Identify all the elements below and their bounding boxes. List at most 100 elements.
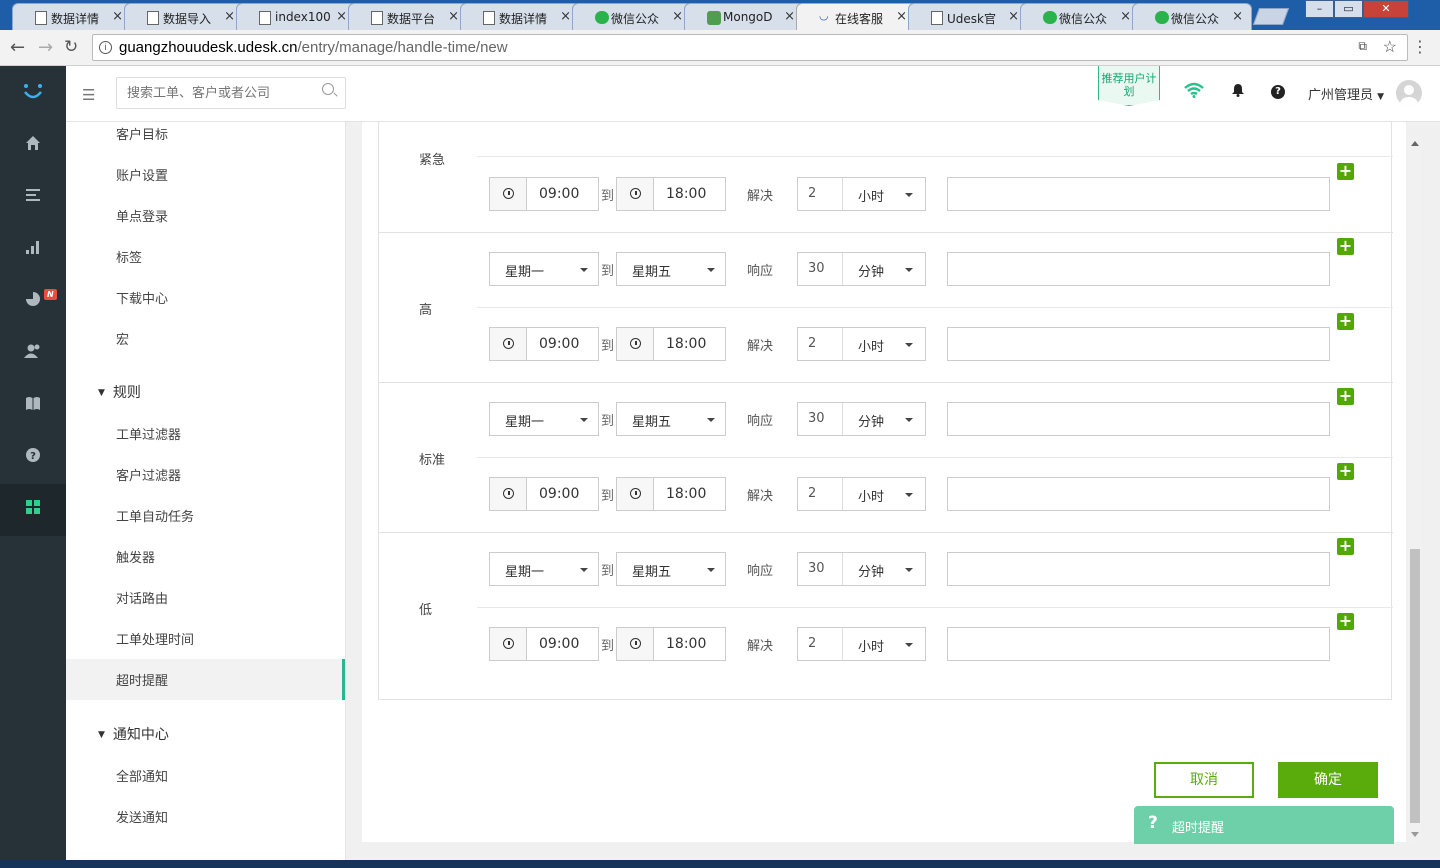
sidebar-item[interactable]: 对话路由 bbox=[116, 588, 168, 607]
browser-tab[interactable]: ◡ 在线客服 × bbox=[796, 3, 916, 30]
reports-icon[interactable] bbox=[0, 224, 66, 276]
expand-caret-icon[interactable]: ▼ bbox=[98, 388, 105, 398]
close-tab-icon[interactable]: × bbox=[560, 9, 571, 24]
end-time-field[interactable]: 18:00 bbox=[616, 627, 726, 661]
duration-field[interactable]: 30 分钟 bbox=[797, 552, 926, 586]
browser-tab[interactable]: 微信公众 × bbox=[1132, 3, 1252, 30]
end-day-select[interactable]: 星期五 bbox=[616, 552, 726, 586]
confirm-button[interactable]: 确定 bbox=[1278, 762, 1378, 798]
start-time-field[interactable]: 09:00 bbox=[489, 327, 599, 361]
wifi-icon[interactable] bbox=[1184, 82, 1204, 103]
sidebar-item[interactable]: 标签 bbox=[116, 247, 142, 266]
reload-icon[interactable]: ↻ bbox=[64, 37, 78, 57]
browser-tab[interactable]: 微信公众 × bbox=[572, 3, 692, 30]
home-icon[interactable] bbox=[0, 120, 66, 172]
note-input[interactable] bbox=[947, 177, 1330, 211]
add-rule-icon[interactable]: + bbox=[1337, 538, 1354, 555]
sidebar-item[interactable]: 全部通知 bbox=[116, 766, 168, 785]
close-tab-icon[interactable]: × bbox=[1008, 9, 1019, 24]
scroll-up-icon[interactable] bbox=[1411, 141, 1419, 146]
add-rule-icon[interactable]: + bbox=[1337, 388, 1354, 405]
minimize-icon[interactable]: – bbox=[1305, 0, 1334, 18]
sidebar-group-notify[interactable]: ▼ 通知中心 bbox=[98, 724, 169, 744]
end-time-field[interactable]: 18:00 bbox=[616, 177, 726, 211]
duration-field[interactable]: 2 小时 bbox=[797, 477, 926, 511]
sidebar-item[interactable]: 工单过滤器 bbox=[116, 424, 181, 443]
sidebar-item[interactable]: 工单自动任务 bbox=[116, 506, 194, 525]
note-input[interactable] bbox=[947, 552, 1330, 586]
close-tab-icon[interactable]: × bbox=[224, 9, 235, 24]
udesk-logo[interactable] bbox=[20, 80, 46, 104]
add-rule-icon[interactable]: + bbox=[1337, 238, 1354, 255]
bookmark-star-icon[interactable]: ☆ bbox=[1383, 37, 1397, 57]
add-rule-icon[interactable]: + bbox=[1337, 163, 1354, 180]
end-time-field[interactable]: 18:00 bbox=[616, 327, 726, 361]
recommend-plan-badge[interactable]: 推荐用户计划 bbox=[1098, 66, 1160, 106]
sidebar-item[interactable]: 工单处理时间 bbox=[116, 629, 194, 648]
scroll-down-icon[interactable] bbox=[1411, 832, 1419, 837]
tickets-icon[interactable] bbox=[0, 172, 66, 224]
note-input[interactable] bbox=[947, 627, 1330, 661]
start-time-field[interactable]: 09:00 bbox=[489, 627, 599, 661]
start-time-field[interactable]: 09:00 bbox=[489, 177, 599, 211]
browser-tab[interactable]: 数据导入 × bbox=[124, 3, 244, 30]
analytics-icon[interactable]: N bbox=[0, 276, 66, 328]
maximize-icon[interactable]: ▭ bbox=[1334, 0, 1363, 18]
add-rule-icon[interactable]: + bbox=[1337, 613, 1354, 630]
help-circle-icon[interactable]: ? bbox=[1271, 85, 1285, 99]
help-icon[interactable]: ? bbox=[0, 432, 66, 484]
search-input[interactable] bbox=[116, 77, 346, 109]
start-day-select[interactable]: 星期一 bbox=[489, 252, 599, 286]
duration-field[interactable]: 2 小时 bbox=[797, 627, 926, 661]
close-tab-icon[interactable]: × bbox=[1120, 9, 1131, 24]
close-tab-icon[interactable]: × bbox=[896, 9, 907, 24]
browser-menu-icon[interactable]: ⋮ bbox=[1412, 37, 1428, 56]
close-window-icon[interactable]: ✕ bbox=[1363, 0, 1409, 18]
browser-tab[interactable]: MongoD × bbox=[684, 3, 804, 30]
close-tab-icon[interactable]: × bbox=[1232, 9, 1243, 24]
close-tab-icon[interactable]: × bbox=[784, 9, 795, 24]
sidebar-item[interactable]: 宏 bbox=[116, 329, 129, 348]
browser-tab[interactable]: index100 × bbox=[236, 3, 356, 30]
start-time-field[interactable]: 09:00 bbox=[489, 477, 599, 511]
cast-icon[interactable]: ⧉ bbox=[1358, 39, 1367, 54]
info-icon[interactable]: i bbox=[99, 41, 112, 54]
close-tab-icon[interactable]: × bbox=[448, 9, 459, 24]
search-icon[interactable] bbox=[322, 83, 334, 95]
close-tab-icon[interactable]: × bbox=[672, 9, 683, 24]
scroll-thumb[interactable] bbox=[1410, 549, 1420, 823]
help-tip-panel[interactable]: ? 超时提醒 bbox=[1134, 806, 1394, 844]
duration-field[interactable]: 2 小时 bbox=[797, 327, 926, 361]
browser-tab[interactable]: 数据平台 × bbox=[348, 3, 468, 30]
browser-tab[interactable]: 数据详情 × bbox=[12, 3, 132, 30]
sidebar-item[interactable]: 超时提醒 bbox=[116, 670, 168, 689]
end-time-field[interactable]: 18:00 bbox=[616, 477, 726, 511]
knowledge-book-icon[interactable] bbox=[0, 380, 66, 432]
cancel-button[interactable]: 取消 bbox=[1154, 762, 1254, 798]
close-tab-icon[interactable]: × bbox=[336, 9, 347, 24]
forward-icon[interactable]: → bbox=[38, 37, 53, 58]
note-input[interactable] bbox=[947, 327, 1330, 361]
customers-icon[interactable] bbox=[0, 328, 66, 380]
sidebar-item[interactable]: 触发器 bbox=[116, 547, 155, 566]
sidebar-item[interactable]: 单点登录 bbox=[116, 206, 168, 225]
bell-icon[interactable] bbox=[1232, 83, 1244, 101]
menu-toggle-icon[interactable]: ☰ bbox=[82, 86, 95, 104]
sidebar-item[interactable]: 发送通知 bbox=[116, 807, 168, 826]
browser-tab[interactable]: 数据详情 × bbox=[460, 3, 580, 30]
sidebar-item[interactable]: 下载中心 bbox=[116, 288, 168, 307]
end-day-select[interactable]: 星期五 bbox=[616, 252, 726, 286]
note-input[interactable] bbox=[947, 402, 1330, 436]
user-menu[interactable]: 广州管理员 ▼ bbox=[1308, 84, 1384, 103]
apps-grid-icon[interactable] bbox=[0, 484, 66, 536]
duration-field[interactable]: 30 分钟 bbox=[797, 402, 926, 436]
sidebar-item[interactable]: 账户设置 bbox=[116, 165, 168, 184]
add-rule-icon[interactable]: + bbox=[1337, 313, 1354, 330]
add-rule-icon[interactable]: + bbox=[1337, 463, 1354, 480]
sidebar-item[interactable]: 客户目标 bbox=[116, 124, 168, 143]
page-scrollbar[interactable] bbox=[1408, 137, 1422, 842]
new-tab-button[interactable] bbox=[1252, 8, 1290, 25]
browser-tab[interactable]: Udesk官 × bbox=[908, 3, 1028, 30]
url-field[interactable]: i guangzhouudesk.udesk.cn/entry/manage/h… bbox=[92, 34, 1408, 61]
browser-tab[interactable]: 微信公众 × bbox=[1020, 3, 1140, 30]
